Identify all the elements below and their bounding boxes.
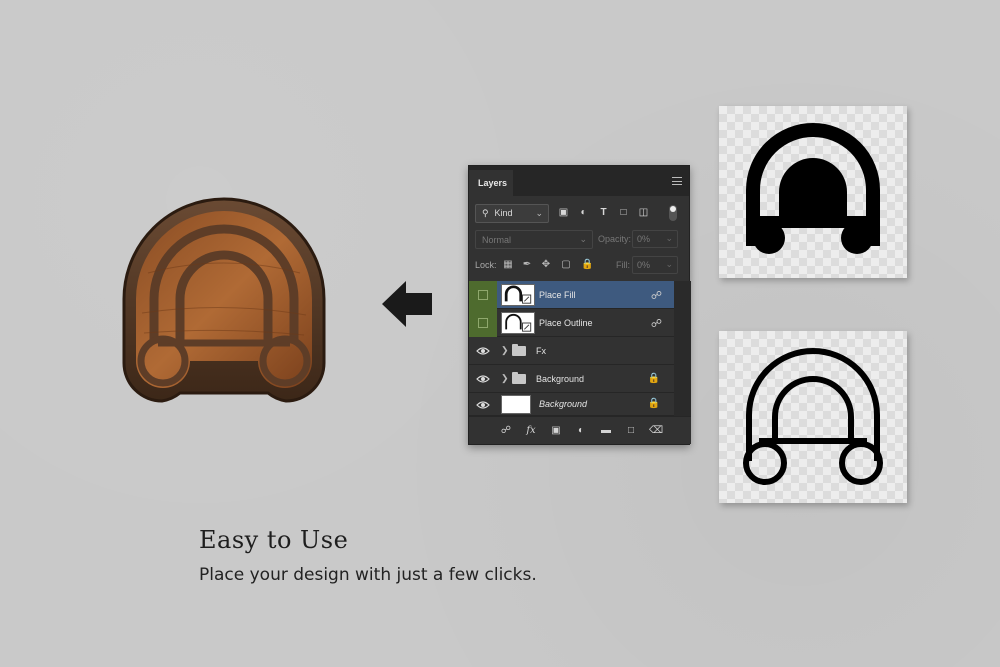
lock-transparent-icon[interactable]: ▦	[502, 259, 514, 271]
adjustment-filter-icon[interactable]: ◐	[577, 207, 590, 219]
pixel-filter-icon[interactable]: ▣	[557, 207, 570, 219]
fx-icon[interactable]: fx	[524, 425, 538, 437]
caption-title: Easy to Use	[199, 526, 349, 554]
kind-label: Kind	[494, 208, 513, 218]
layers-list: Place Fill ☍ Place Outline ☍ ❯ Fx ❯ Back…	[469, 281, 674, 416]
visibility-box-icon	[478, 290, 488, 300]
eye-icon[interactable]	[476, 345, 490, 357]
new-group-icon[interactable]: ▬	[599, 425, 613, 437]
new-layer-icon[interactable]: □	[624, 425, 638, 437]
layer-row-place-outline[interactable]: Place Outline ☍	[469, 309, 674, 337]
layer-name: Place Outline	[539, 318, 593, 328]
blend-row: Normal ⌄ Opacity: 0% ⌄	[469, 228, 691, 250]
filter-kind-select[interactable]: ⚲ Kind ⌄	[475, 204, 549, 223]
filter-row: ⚲ Kind ⌄ ▣ ◐ T □ ◫	[469, 202, 691, 224]
layer-row-place-fill[interactable]: Place Fill ☍	[469, 281, 674, 309]
fill-label: Fill:	[616, 260, 630, 270]
trash-icon[interactable]: ⌫	[649, 425, 663, 437]
lock-label: Lock:	[475, 260, 497, 270]
lock-icon: 🔒	[647, 373, 660, 384]
lock-brush-icon[interactable]: ✒	[521, 259, 533, 271]
visibility-toggle[interactable]	[469, 309, 497, 337]
search-icon: ⚲	[482, 208, 489, 218]
add-mask-icon[interactable]: ▣	[549, 425, 563, 437]
visibility-toggle[interactable]	[469, 281, 497, 309]
smart-object-thumbnail	[501, 312, 535, 334]
lock-move-icon[interactable]: ✥	[540, 259, 552, 271]
layers-scrollbar[interactable]	[674, 281, 691, 416]
outline-logo-image	[743, 348, 883, 485]
expand-caret-icon[interactable]: ❯	[501, 373, 509, 384]
layers-panel: Layers ⚲ Kind ⌄ ▣ ◐ T □ ◫ Normal ⌄ Opaci…	[468, 165, 691, 445]
layer-row-background[interactable]: Background 🔒	[469, 393, 674, 416]
preview-card-outline	[719, 331, 907, 503]
lock-all-icon[interactable]: 🔒	[581, 259, 593, 271]
chevron-down-icon: ⌄	[535, 208, 543, 218]
wood-logo-preview	[122, 197, 326, 403]
type-filter-icon[interactable]: T	[597, 207, 610, 219]
layer-name: Background	[539, 399, 588, 409]
expand-caret-icon[interactable]: ❯	[501, 345, 509, 356]
adjustment-layer-icon[interactable]: ◐	[574, 425, 588, 437]
left-arrow-icon	[382, 281, 432, 327]
layer-row-background-group[interactable]: ❯ Background 🔒	[469, 365, 674, 393]
caption-subtitle: Place your design with just a few clicks…	[199, 565, 537, 585]
layer-name: Background	[536, 374, 585, 384]
smart-object-thumbnail	[501, 284, 535, 306]
link-icon: ☍	[650, 290, 662, 302]
opacity-field[interactable]: 0% ⌄	[632, 230, 678, 248]
blend-mode-select[interactable]: Normal ⌄	[475, 230, 593, 249]
shape-filter-icon[interactable]: □	[617, 207, 630, 219]
chevron-down-icon: ⌄	[665, 259, 673, 269]
eye-icon[interactable]	[476, 373, 490, 385]
background-thumbnail	[501, 395, 531, 414]
link-icon: ☍	[650, 318, 662, 330]
visibility-box-icon	[478, 318, 488, 328]
chevron-down-icon: ⌄	[579, 234, 587, 244]
lock-artboard-icon[interactable]: ▢	[560, 259, 572, 271]
panel-tab-bar: Layers	[469, 166, 689, 196]
filter-toggle[interactable]	[669, 205, 677, 221]
chevron-down-icon: ⌄	[665, 233, 673, 243]
blend-mode-value: Normal	[482, 235, 512, 245]
panel-bottom-toolbar: ☍ fx ▣ ◐ ▬ □ ⌫	[469, 416, 691, 444]
layer-row-fx-group[interactable]: ❯ Fx	[469, 337, 674, 365]
fill-field[interactable]: 0% ⌄	[632, 256, 678, 274]
tab-layers[interactable]: Layers	[469, 170, 513, 196]
opacity-value: 0%	[637, 234, 651, 244]
link-layers-icon[interactable]: ☍	[499, 425, 513, 437]
lock-icon: 🔒	[647, 398, 660, 409]
lock-row: Lock: ▦ ✒ ✥ ▢ 🔒 Fill: 0% ⌄	[469, 254, 691, 276]
eye-icon[interactable]	[476, 399, 490, 411]
opacity-label: Opacity:	[598, 234, 632, 244]
smart-object-filter-icon[interactable]: ◫	[637, 207, 650, 219]
folder-icon	[512, 372, 526, 384]
filled-logo-image	[746, 123, 880, 254]
layer-name: Place Fill	[539, 290, 576, 300]
fill-value: 0%	[637, 260, 651, 270]
layer-name: Fx	[536, 346, 546, 356]
panel-menu-icon[interactable]	[672, 177, 682, 185]
folder-icon	[512, 344, 526, 356]
preview-card-fill	[719, 106, 907, 278]
